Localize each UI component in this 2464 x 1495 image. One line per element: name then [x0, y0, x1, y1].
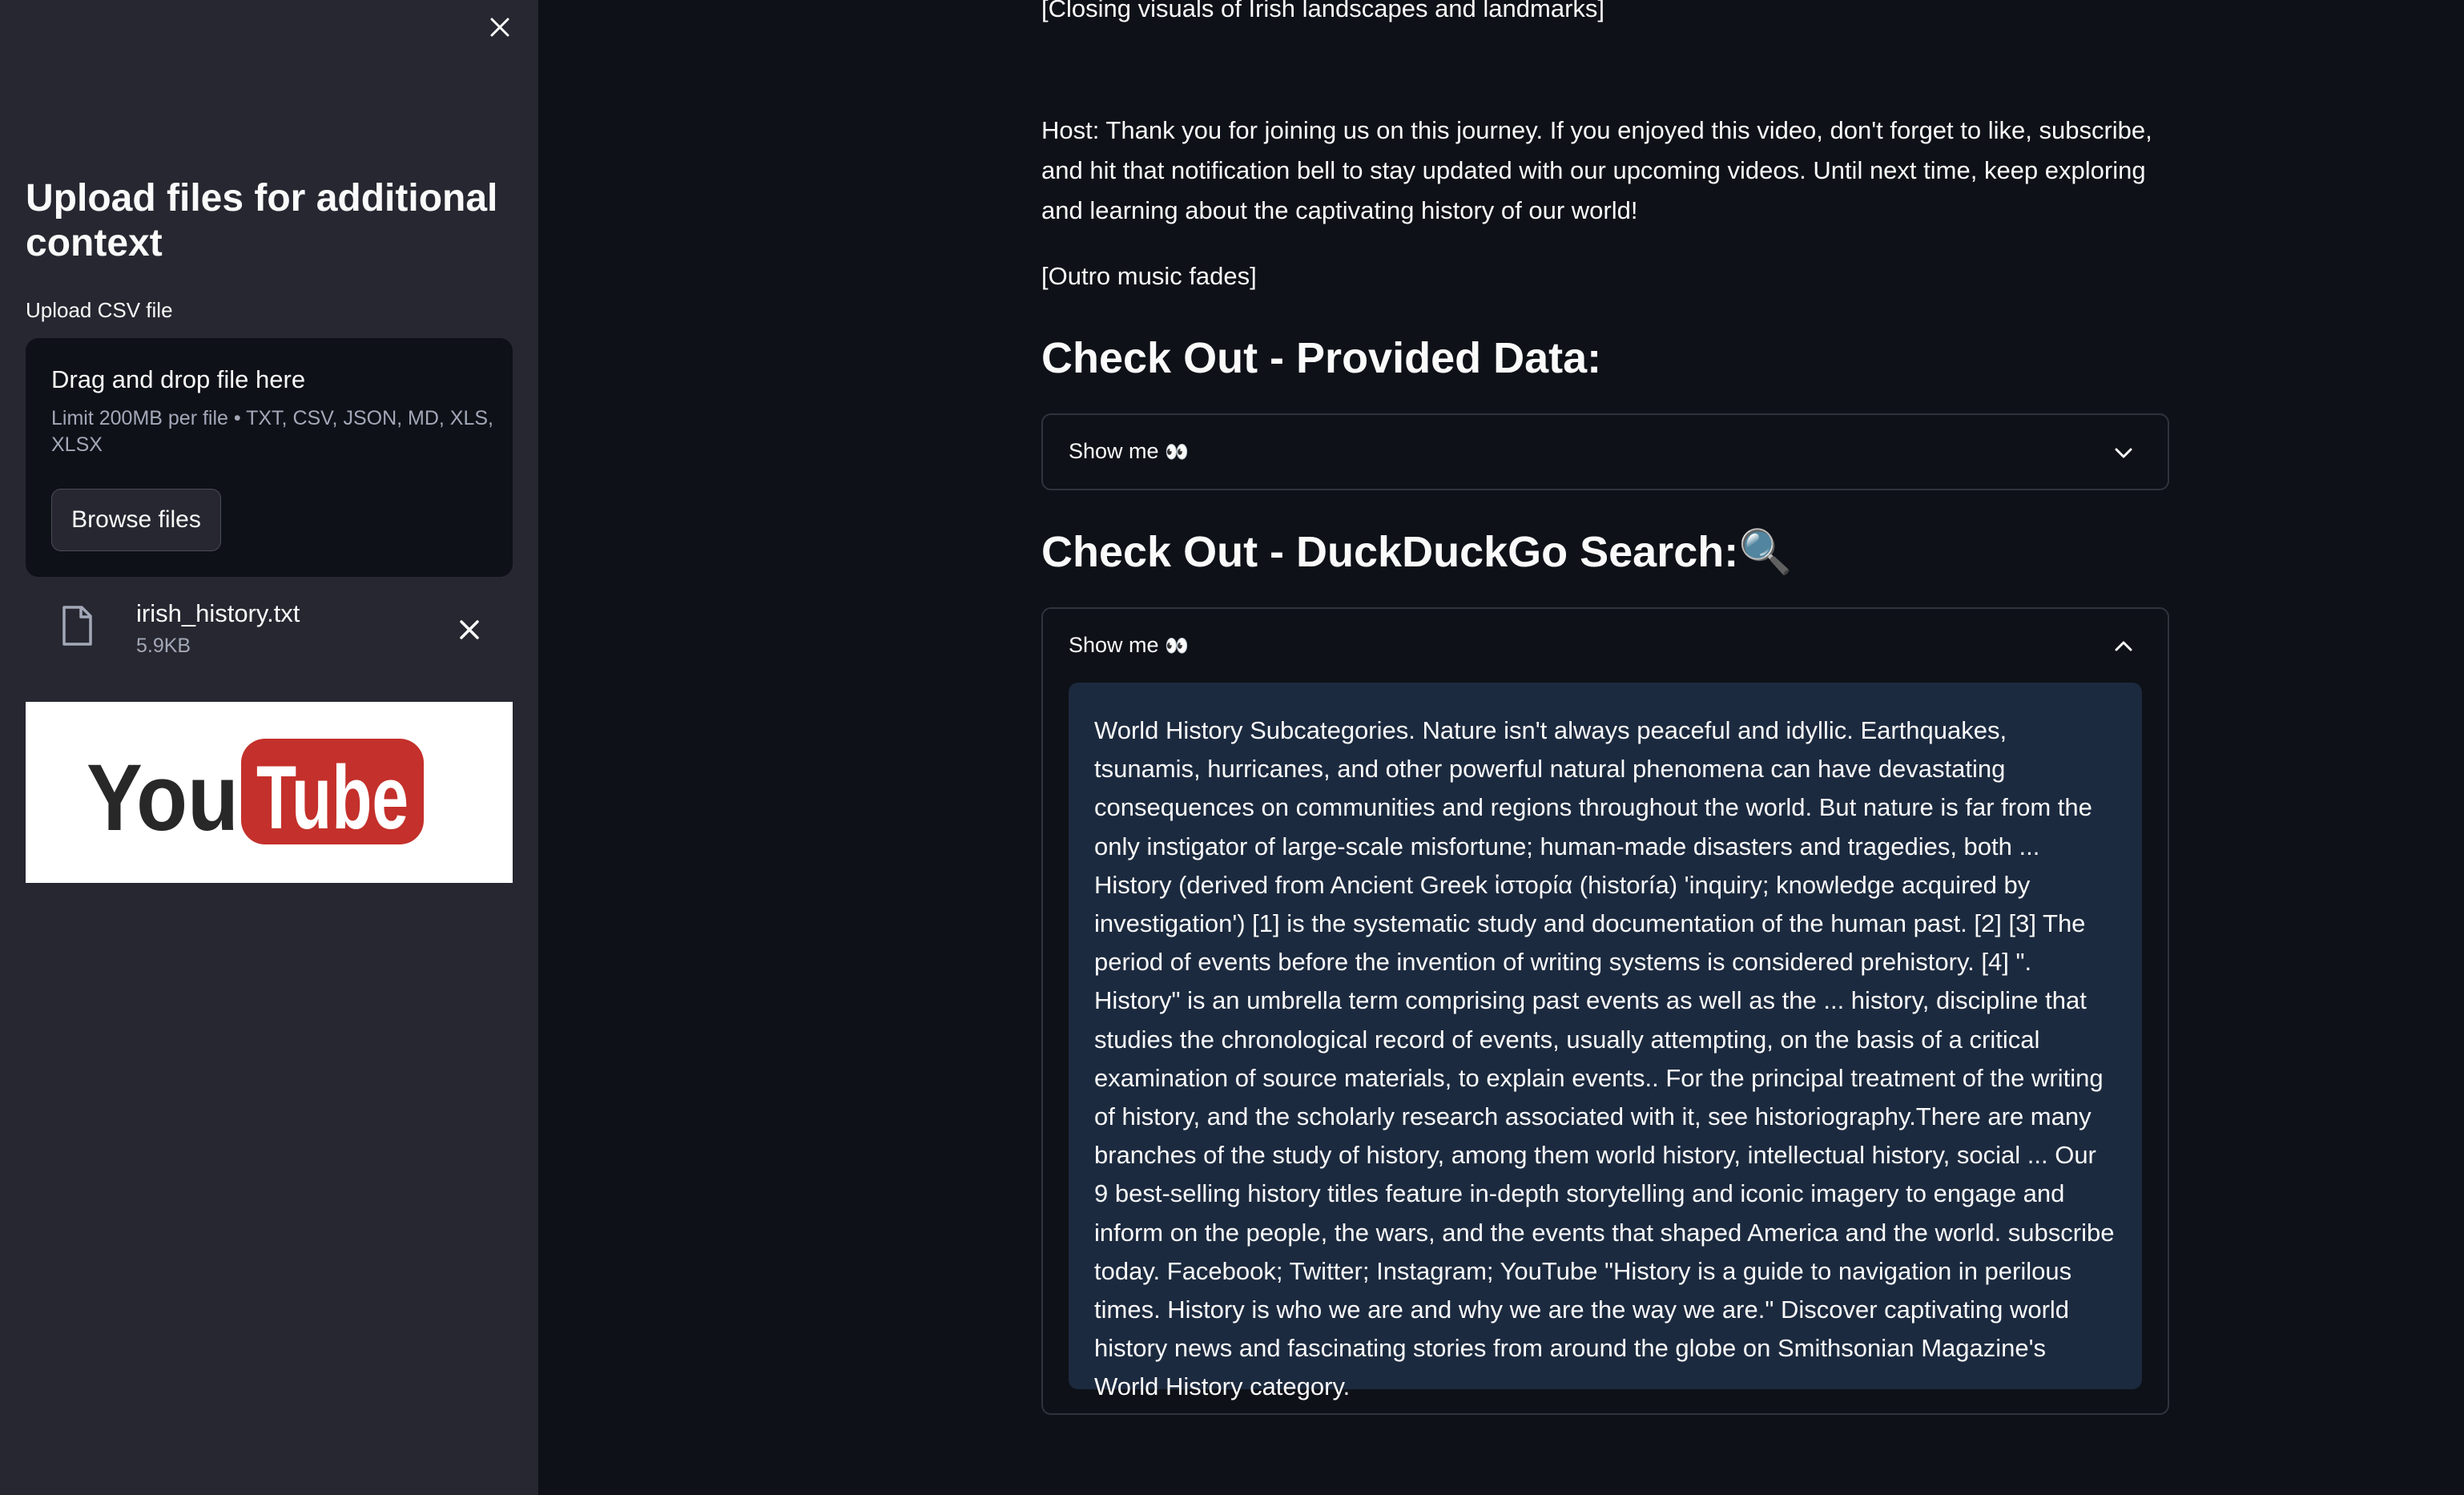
provided-data-expander-header[interactable]: Show me 👀 — [1043, 415, 2168, 489]
youtube-logo: You Tube — [26, 702, 513, 883]
search-expander[interactable]: Show me 👀 World History Subcategories. N… — [1041, 607, 2169, 1415]
search-heading-text: Check Out - DuckDuckGo Search: — [1041, 528, 1739, 576]
duckduckgo-search-heading: Check Out - DuckDuckGo Search:🔍 — [1041, 527, 1792, 578]
host-text: Host: Thank you for joining us on this j… — [1041, 116, 2152, 224]
outro-text: [Outro music fades] — [1041, 262, 1257, 290]
dropzone-limit: Limit 200MB per file • TXT, CSV, JSON, M… — [51, 407, 493, 456]
sidebar-title: Upload files for additional context — [26, 177, 498, 264]
provided-data-heading: Check Out - Provided Data: — [1041, 334, 1602, 382]
dropzone-title: Drag and drop file here — [51, 365, 306, 393]
youtube-logo-tube: Tube — [256, 748, 409, 848]
expander-label: Show me — [1069, 633, 1159, 657]
upload-label: Upload CSV file — [26, 298, 173, 322]
browse-files-button[interactable]: Browse files — [51, 489, 221, 551]
sidebar: Upload files for additional context Uplo… — [0, 0, 538, 1495]
magnifier-icon: 🔍 — [1738, 528, 1793, 576]
search-expander-header[interactable]: Show me 👀 — [1043, 609, 2168, 683]
eyes-icon: 👀 — [1165, 441, 1189, 463]
closing-visuals-text: [Closing visuals of Irish landscapes and… — [1041, 0, 1605, 22]
close-sidebar-icon[interactable] — [487, 14, 513, 40]
file-icon — [62, 606, 92, 646]
chevron-down-icon[interactable] — [2113, 442, 2134, 463]
file-name: irish_history.txt — [136, 599, 300, 627]
chevron-up-icon[interactable] — [2113, 636, 2134, 657]
expander-label: Show me — [1069, 439, 1159, 463]
file-dropzone[interactable]: Drag and drop file here Limit 200MB per … — [26, 338, 513, 577]
remove-file-icon[interactable] — [455, 615, 484, 644]
file-size: 5.9KB — [136, 635, 191, 657]
search-result-text: World History Subcategories. Nature isn'… — [1069, 683, 2142, 1400]
uploaded-file: irish_history.txt 5.9KB — [26, 593, 513, 665]
provided-data-expander[interactable]: Show me 👀 — [1041, 413, 2169, 490]
youtube-logo-icon: You Tube — [87, 739, 424, 851]
eyes-icon: 👀 — [1165, 635, 1189, 657]
youtube-logo-you: You — [87, 745, 239, 851]
